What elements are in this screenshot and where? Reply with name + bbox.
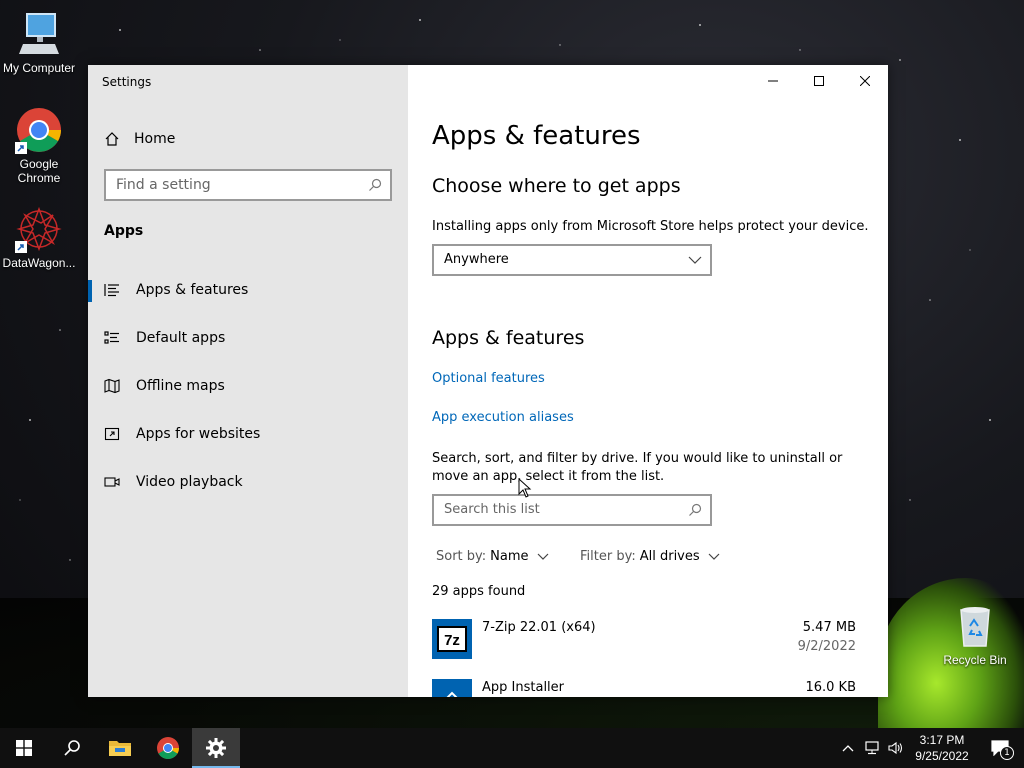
shortcut-arrow-icon (15, 241, 27, 253)
app-list-description: Search, sort, and filter by drive. If yo… (432, 451, 843, 484)
sidebar-item-label: Apps for websites (136, 426, 261, 442)
apps-features-heading: Apps & features (432, 327, 585, 349)
taskbar-file-explorer[interactable] (96, 728, 144, 768)
network-button[interactable] (860, 741, 884, 755)
windows-logo-icon (16, 740, 32, 756)
datawagon-icon (15, 205, 63, 253)
app-size: 5.47 MB (802, 620, 856, 635)
close-button[interactable] (842, 65, 888, 97)
nav-home[interactable]: Home (104, 129, 175, 149)
sidebar-item-offline-maps[interactable]: Offline maps (88, 366, 408, 406)
filter-by-value: All drives (639, 549, 700, 564)
network-icon (865, 741, 879, 755)
link-box-icon (104, 426, 120, 442)
chevron-down-icon (537, 553, 548, 560)
gear-icon (206, 738, 226, 758)
sidebar-item-apps-features[interactable]: Apps & features (88, 270, 408, 310)
app-install-date: 9/2/2022 (797, 639, 856, 654)
chrome-icon (15, 106, 63, 154)
page-title: Apps & features (432, 121, 641, 151)
mouse-cursor-icon (518, 478, 532, 498)
sidebar-item-label: Offline maps (136, 378, 225, 394)
speaker-icon (888, 741, 903, 755)
computer-icon (15, 10, 63, 58)
minimize-button[interactable] (750, 65, 796, 97)
apps-found-count: 29 apps found (432, 584, 526, 599)
find-setting-input[interactable]: Find a setting (104, 169, 392, 201)
settings-sidebar: Settings Home Find a setting Apps Apps &… (88, 65, 408, 697)
sort-by-label: Sort by: (436, 549, 487, 564)
window-title: Settings (102, 75, 152, 89)
window-caption-buttons (750, 65, 888, 97)
close-icon (860, 76, 870, 86)
app-name: App Installer (482, 680, 565, 695)
taskbar-settings[interactable] (192, 728, 240, 768)
default-apps-icon (104, 330, 120, 346)
folder-icon (109, 741, 131, 756)
volume-button[interactable] (884, 741, 908, 755)
show-hidden-icons-button[interactable] (836, 744, 860, 752)
taskbar-clock[interactable]: 3:17 PM 9/25/2022 (908, 732, 976, 764)
desktop-icon-google-chrome[interactable]: Google Chrome (0, 106, 79, 185)
shortcut-arrow-icon (15, 142, 27, 154)
start-button[interactable] (0, 728, 48, 768)
search-icon (64, 740, 80, 756)
notification-count-badge: 1 (1000, 746, 1014, 760)
sidebar-item-apps-for-websites[interactable]: Apps for websites (88, 414, 408, 454)
sidebar-item-label: Apps & features (136, 282, 249, 298)
search-app-list-input[interactable]: Search this list (432, 494, 712, 526)
search-icon[interactable] (368, 178, 382, 192)
minimize-icon (768, 80, 778, 82)
taskbar: 3:17 PM 9/25/2022 1 (0, 728, 1024, 768)
find-setting-placeholder: Find a setting (116, 177, 211, 193)
chrome-icon (157, 737, 179, 759)
desktop-icon-recycle-bin[interactable]: Recycle Bin (935, 602, 1015, 667)
chevron-down-icon (688, 256, 702, 264)
seven-zip-icon: 7z (432, 619, 472, 659)
maximize-button[interactable] (796, 65, 842, 97)
settings-content: Apps & features Choose where to get apps… (408, 65, 888, 697)
choose-apps-description: Installing apps only from Microsoft Stor… (432, 219, 869, 234)
sidebar-section-apps: Apps (104, 223, 144, 239)
sort-by-value: Name (490, 549, 529, 564)
recycle-bin-icon (951, 602, 999, 650)
maximize-icon (814, 76, 824, 86)
system-tray: 3:17 PM 9/25/2022 1 (836, 728, 1024, 768)
app-source-dropdown[interactable]: Anywhere (432, 244, 712, 276)
video-icon (104, 474, 120, 490)
nav-home-label: Home (134, 131, 176, 147)
filter-by-dropdown[interactable]: Filter by: All drives (580, 549, 720, 564)
choose-apps-heading: Choose where to get apps (432, 175, 681, 197)
desktop-icon-my-computer[interactable]: My Computer (0, 10, 79, 75)
app-size: 16.0 KB (805, 680, 856, 695)
map-icon (104, 378, 120, 394)
search-icon[interactable] (688, 503, 702, 517)
desktop-icon-datawagon[interactable]: DataWagon... (0, 205, 79, 270)
sidebar-item-video-playback[interactable]: Video playback (88, 462, 408, 502)
list-icon (104, 282, 120, 298)
clock-time: 3:17 PM (919, 733, 965, 747)
app-execution-aliases-link[interactable]: App execution aliases (432, 410, 574, 425)
action-center-button[interactable]: 1 (976, 728, 1024, 768)
filter-by-label: Filter by: (580, 549, 636, 564)
app-list-item[interactable]: App Installer 16.0 KB (432, 679, 856, 697)
app-source-value: Anywhere (444, 252, 509, 267)
svg-text:7z: 7z (444, 632, 460, 649)
app-name: 7-Zip 22.01 (x64) (482, 620, 596, 635)
optional-features-link[interactable]: Optional features (432, 371, 545, 386)
clock-date: 9/25/2022 (915, 749, 969, 763)
settings-window: Settings Home Find a setting Apps Apps &… (88, 65, 888, 697)
chevron-down-icon (708, 553, 720, 560)
app-installer-icon (432, 679, 472, 697)
sort-by-dropdown[interactable]: Sort by: Name (436, 549, 549, 564)
sidebar-item-label: Default apps (136, 330, 226, 346)
taskbar-search-button[interactable] (48, 728, 96, 768)
taskbar-chrome[interactable] (144, 728, 192, 768)
app-list-item[interactable]: 7z 7-Zip 22.01 (x64) 5.47 MB 9/2/2022 (432, 619, 856, 663)
search-app-list-placeholder: Search this list (444, 502, 540, 517)
home-icon (105, 132, 119, 146)
sidebar-item-label: Video playback (136, 474, 243, 490)
chevron-up-icon (842, 745, 854, 752)
sidebar-item-default-apps[interactable]: Default apps (88, 318, 408, 358)
